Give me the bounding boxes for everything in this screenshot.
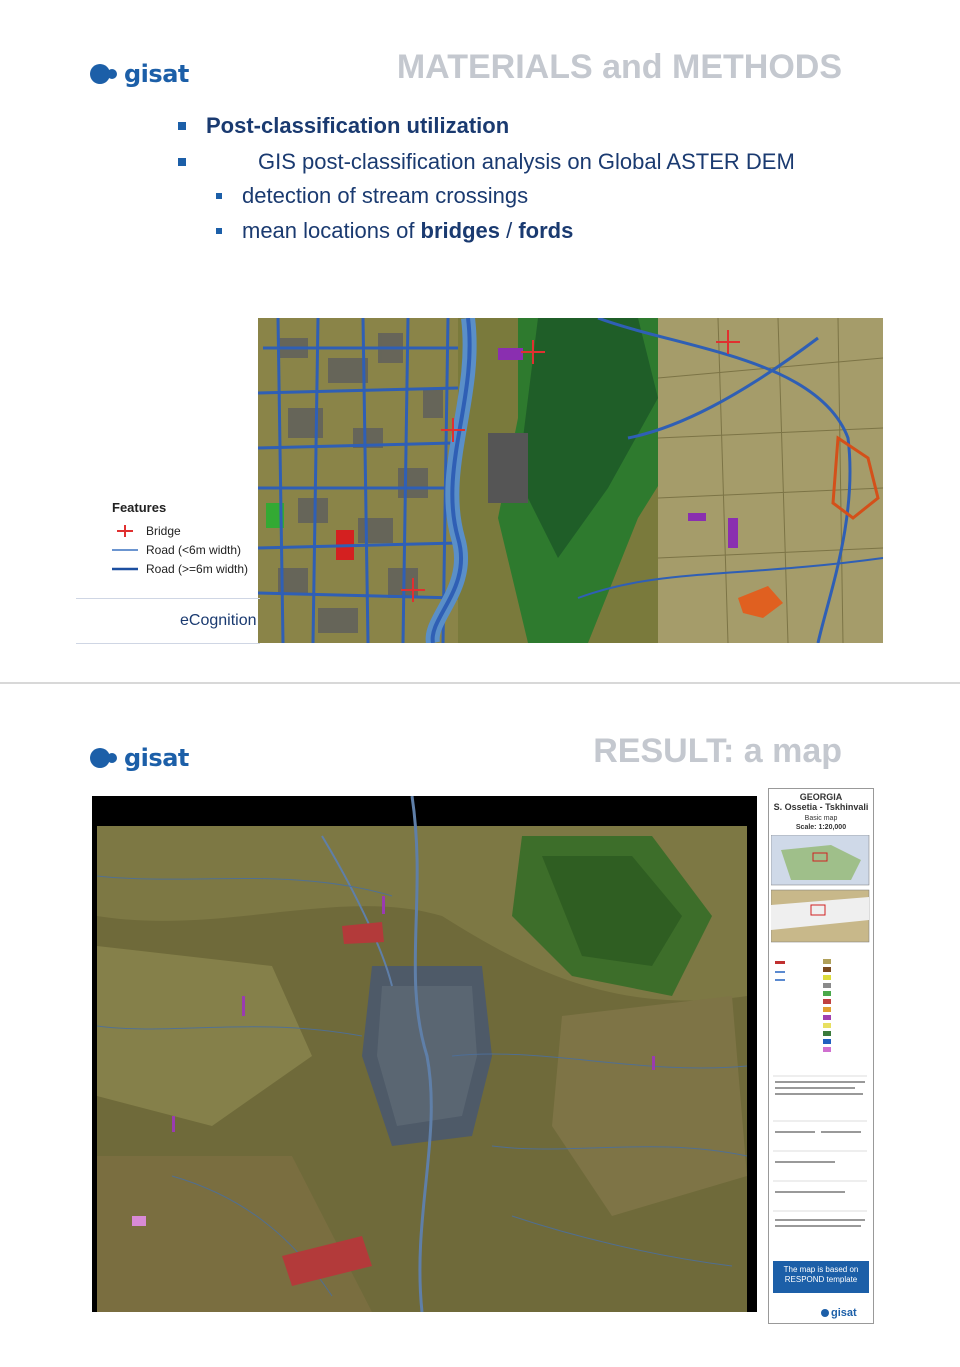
gisat-logo: gisat: [90, 60, 189, 88]
classification-map-graphic: [258, 318, 883, 643]
legend-title: Features: [112, 500, 167, 515]
logo-dots-icon: [90, 61, 122, 87]
separator-text: /: [500, 218, 519, 243]
logo-text: gisat: [124, 60, 189, 88]
software-label: eCognition: [180, 612, 257, 629]
legend-item-road-narrow: Road (<6m width): [112, 540, 262, 559]
slide-materials-methods: gisat MATERIALS and METHODS Post-classif…: [0, 0, 960, 683]
sidebar-gisat-logo: gisat: [821, 1307, 857, 1319]
slide-title: MATERIALS and METHODS: [396, 48, 842, 86]
bullet-text: GIS post-classification analysis on Glob…: [258, 149, 795, 174]
sub-bullet-item: detection of stream crossings: [178, 178, 898, 214]
bullet-item: Post-classification utilization: [178, 110, 898, 142]
bullet-text: Post-classification utilization: [206, 113, 510, 138]
sub-bullet-prefix: mean locations of: [242, 218, 421, 243]
basic-map-graphic: [92, 796, 757, 1312]
thick-line-icon: [112, 563, 138, 575]
features-legend: Features Bridge Road (<6m width) Road (>…: [112, 500, 262, 578]
legend-item-road-wide: Road (>=6m width): [112, 559, 262, 578]
scale-label: Scale: 1:20,000: [795, 824, 847, 831]
legend-label: Road (>=6m width): [146, 561, 249, 576]
bridges-text: bridges: [420, 218, 501, 243]
location-inset-maps: [770, 834, 870, 943]
sidebar-logo-text: gisat: [831, 1307, 857, 1319]
legend-label: Bridge: [146, 523, 181, 538]
sub-bullet-square-icon: [216, 193, 222, 199]
legend-label: Road (<6m width): [146, 542, 242, 557]
legend-symbols: [773, 959, 867, 1227]
region-label: S. Ossetia - Tskhinvali: [773, 802, 869, 812]
fords-text: fords: [518, 218, 574, 243]
divider-line: [76, 643, 260, 644]
logo-text: gisat: [124, 744, 189, 772]
bullet-item: GIS post-classification analysis on Glob…: [178, 146, 898, 178]
slide-title: RESULT: a map: [593, 732, 842, 770]
country-label: GEORGIA: [799, 792, 843, 802]
bullet-square-icon: [178, 122, 186, 130]
slide-result-map: gisat RESULT: a map GEORGIA S. Ossetia -…: [0, 684, 960, 1367]
sub-bullet-text: mean locations of bridges / fords: [242, 213, 573, 249]
cross-icon: [112, 524, 138, 537]
map-type-label: Basic map: [804, 815, 838, 822]
map-legend-panel: GEORGIA S. Ossetia - Tskhinvali Basic ma…: [768, 788, 874, 1324]
sub-bullet-text: detection of stream crossings: [242, 183, 529, 208]
bullet-list: Post-classification utilization GIS post…: [178, 110, 898, 249]
divider-line: [76, 598, 260, 599]
sub-bullet-item: mean locations of bridges / fords: [178, 213, 898, 249]
logo-dots-icon: [90, 745, 122, 771]
template-note: The map is based on RESPOND template: [773, 1261, 869, 1293]
legend-item-bridge: Bridge: [112, 521, 262, 540]
gisat-logo: gisat: [90, 744, 189, 772]
basic-map-image: [92, 796, 757, 1312]
logo-dot-icon: [821, 1309, 829, 1317]
sub-bullet-square-icon: [216, 228, 222, 234]
thin-line-icon: [112, 544, 138, 556]
classification-map-image: [258, 318, 883, 643]
